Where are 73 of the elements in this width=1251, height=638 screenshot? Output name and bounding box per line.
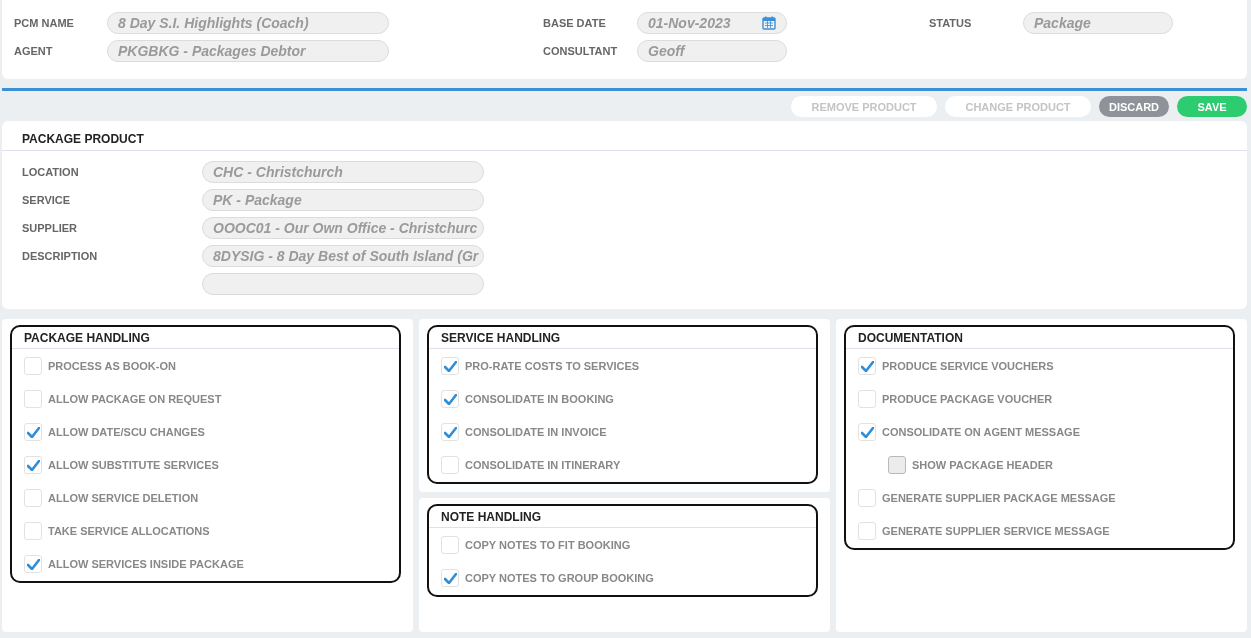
option-label: ALLOW PACKAGE ON REQUEST <box>48 393 222 405</box>
checkbox[interactable] <box>24 423 42 441</box>
checkbox[interactable] <box>858 489 876 507</box>
date-field[interactable]: 01-Nov-2023 <box>637 12 787 34</box>
checkbox[interactable] <box>441 569 459 587</box>
option-label: CONSOLIDATE IN INVOICE <box>465 426 607 438</box>
check-icon <box>26 426 40 438</box>
action-button[interactable]: SAVE <box>1177 96 1247 117</box>
input-field[interactable]: PK - Package <box>202 189 484 211</box>
option-label: CONSOLIDATE ON AGENT MESSAGE <box>882 426 1080 438</box>
section-title: PACKAGE HANDLING <box>12 331 399 349</box>
field-label: SUPPLIER <box>22 222 77 234</box>
option-label: PRODUCE PACKAGE VOUCHER <box>882 393 1053 405</box>
option-label: ALLOW SERVICES INSIDE PACKAGE <box>48 558 244 570</box>
section-title: PACKAGE PRODUCT <box>2 132 1247 151</box>
check-icon <box>443 572 457 584</box>
checkbox[interactable] <box>24 456 42 474</box>
field-label: PCM NAME <box>14 17 75 29</box>
checkbox[interactable] <box>24 357 42 375</box>
input-field[interactable] <box>202 273 484 295</box>
input-field[interactable]: 8 Day S.I. Highlights (Coach) <box>107 12 389 34</box>
option-label: PRODUCE SERVICE VOUCHERS <box>882 360 1054 372</box>
checkbox[interactable] <box>441 423 459 441</box>
checkbox[interactable] <box>858 390 876 408</box>
checkbox[interactable] <box>24 390 42 408</box>
option-label: ALLOW SUBSTITUTE SERVICES <box>48 459 219 471</box>
field-label: LOCATION <box>22 166 79 178</box>
option-label: PROCESS AS BOOK-ON <box>48 360 176 372</box>
checkbox[interactable] <box>24 555 42 573</box>
field-label: BASE DATE <box>543 17 607 29</box>
option-label: SHOW PACKAGE HEADER <box>912 459 1053 471</box>
calendar-icon[interactable] <box>762 16 776 30</box>
option-label: ALLOW DATE/SCU CHANGES <box>48 426 205 438</box>
input-field[interactable]: Geoff <box>637 40 787 62</box>
check-icon <box>443 426 457 438</box>
field-label: AGENT <box>14 45 54 57</box>
option-label: GENERATE SUPPLIER SERVICE MESSAGE <box>882 525 1110 537</box>
input-field[interactable]: CHC - Christchurch <box>202 161 484 183</box>
check-icon <box>26 558 40 570</box>
option-label: COPY NOTES TO FIT BOOKING <box>465 539 631 551</box>
checkbox[interactable] <box>441 456 459 474</box>
action-button[interactable]: DISCARD <box>1099 96 1169 117</box>
field-label: DESCRIPTION <box>22 250 98 262</box>
input-field[interactable]: Package <box>1023 12 1173 34</box>
section-title: NOTE HANDLING <box>429 510 816 528</box>
option-label: ALLOW SERVICE DELETION <box>48 492 199 504</box>
option-label: CONSOLIDATE IN ITINERARY <box>465 459 621 471</box>
section-title: SERVICE HANDLING <box>429 331 816 349</box>
checkbox[interactable] <box>858 522 876 540</box>
field-label: CONSULTANT <box>543 45 619 57</box>
check-icon <box>26 459 40 471</box>
checkbox[interactable] <box>24 522 42 540</box>
check-icon <box>443 360 457 372</box>
option-label: CONSOLIDATE IN BOOKING <box>465 393 614 405</box>
check-icon <box>860 426 874 438</box>
checkbox[interactable] <box>858 357 876 375</box>
checkbox[interactable] <box>441 536 459 554</box>
field-label: STATUS <box>929 17 973 29</box>
checkbox[interactable] <box>24 489 42 507</box>
input-field[interactable]: 8DYSIG - 8 Day Best of South Island (Gr <box>202 245 484 267</box>
checkbox[interactable] <box>858 423 876 441</box>
option-label: COPY NOTES TO GROUP BOOKING <box>465 572 654 584</box>
option-label: TAKE SERVICE ALLOCATIONS <box>48 525 210 537</box>
option-label: GENERATE SUPPLIER PACKAGE MESSAGE <box>882 492 1116 504</box>
input-field[interactable]: PKGBKG - Packages Debtor <box>107 40 389 62</box>
checkbox[interactable] <box>441 390 459 408</box>
input-field[interactable]: OOOC01 - Our Own Office - Christchurc <box>202 217 484 239</box>
field-label: SERVICE <box>22 194 71 206</box>
section-title: DOCUMENTATION <box>846 331 1233 349</box>
checkbox[interactable] <box>441 357 459 375</box>
option-label: PRO-RATE COSTS TO SERVICES <box>465 360 640 372</box>
check-icon <box>860 360 874 372</box>
check-icon <box>443 393 457 405</box>
